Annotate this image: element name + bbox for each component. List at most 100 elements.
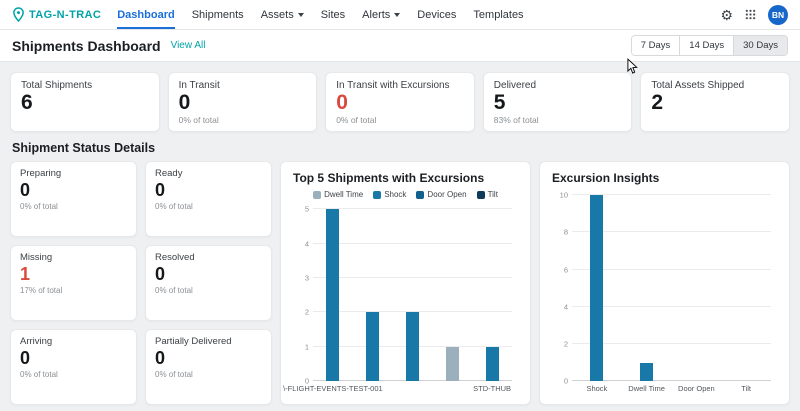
legend-item[interactable]: Door Open xyxy=(416,190,467,200)
stat-sub: 0% of total xyxy=(336,115,377,126)
legend-label: Dwell Time xyxy=(324,190,364,200)
view-all-link[interactable]: View All xyxy=(171,40,206,51)
range-14-days-button[interactable]: 14 Days xyxy=(679,36,734,55)
status-label: Resolved xyxy=(155,252,195,264)
y-axis-label: 8 xyxy=(563,227,568,237)
apps-grid-icon[interactable] xyxy=(745,9,756,20)
legend-label: Tilt xyxy=(487,190,498,200)
nav-item-label: Alerts xyxy=(362,8,391,21)
legend-swatch xyxy=(373,190,382,199)
nav-item-label: Dashboard xyxy=(117,8,175,21)
bar xyxy=(485,346,499,382)
avatar[interactable]: BN xyxy=(768,4,788,25)
nav-item-devices[interactable]: Devices xyxy=(417,0,456,29)
stats-row: Total Shipments 6 In Transit 0 0% of tot… xyxy=(0,62,800,133)
status-sub: 0% of total xyxy=(20,369,58,379)
legend-label: Door Open xyxy=(427,190,467,200)
nav-item-alerts[interactable]: Alerts xyxy=(362,0,401,29)
top-shipments-excursions-chart-card: Top 5 Shipments with Excursions Dwell Ti… xyxy=(280,161,531,406)
status-value: 0 xyxy=(20,180,31,201)
nav-item-assets[interactable]: Assets xyxy=(261,0,304,29)
legend-swatch xyxy=(416,190,425,199)
bar xyxy=(590,195,604,382)
legend-item[interactable]: Tilt xyxy=(476,190,498,200)
y-axis-label: 5 xyxy=(304,204,309,214)
x-axis-label: Shock xyxy=(586,384,608,394)
range-30-days-button[interactable]: 30 Days xyxy=(733,36,787,55)
main-content: Preparing 0 0% of total Ready 0 0% of to… xyxy=(0,161,800,406)
status-card-preparing: Preparing 0 0% of total xyxy=(10,161,137,238)
excursion-insights-chart-card: Excursion Insights 0 2 4 6 8 10 Shock Dwell Tim… xyxy=(539,161,790,406)
gear-icon[interactable]: ⚙ xyxy=(720,8,733,22)
nav-item-label: Shipments xyxy=(191,8,244,21)
nav-item-templates[interactable]: Templates xyxy=(473,0,523,29)
legend-swatch xyxy=(313,190,322,199)
stat-label: Delivered xyxy=(493,80,537,91)
status-sub: 0% of total xyxy=(20,201,58,211)
stat-sub xyxy=(651,115,779,125)
range-7-days-button[interactable]: 7 Days xyxy=(631,36,680,55)
page-header: Shipments Dashboard View All 7 Days 14 D… xyxy=(0,30,800,62)
status-label: Missing xyxy=(20,252,53,264)
x-axis-label: Door Open xyxy=(678,384,715,394)
y-axis-label: 2 xyxy=(563,339,568,349)
nav-items: Dashboard Shipments Assets Sites Alerts … xyxy=(117,0,524,29)
chart-plot-area: 0 1 2 3 4 5 \-FLIGHT-EVENTS-TEST-001 STD-THUB xyxy=(283,205,512,393)
stat-label: Total Assets Shipped xyxy=(651,80,745,91)
legend-label: Shock xyxy=(384,190,407,200)
stat-label: Total Shipments xyxy=(21,80,93,91)
status-value: 1 xyxy=(20,264,31,285)
x-axis-label: \-FLIGHT-EVENTS-TEST-001 xyxy=(283,384,383,394)
status-label: Preparing xyxy=(20,168,62,180)
bar-chart: 0 1 2 3 4 5 \-FLIGHT-EVENTS-TEST-001 STD-THUB xyxy=(283,205,512,393)
stat-card-in-transit-excursions: In Transit with Excursions 0 0% of total xyxy=(325,72,475,133)
logo[interactable]: TAG-N-TRAC xyxy=(12,7,101,22)
status-card-arriving: Arriving 0 0% of total xyxy=(10,329,137,406)
stat-sub: 0% of total xyxy=(178,115,219,126)
stat-sub: 83% of total xyxy=(493,115,539,126)
y-axis-label: 0 xyxy=(563,376,568,386)
nav-item-label: Sites xyxy=(320,8,346,21)
status-value: 0 xyxy=(20,348,31,369)
nav-item-shipments[interactable]: Shipments xyxy=(192,0,244,29)
status-label: Ready xyxy=(155,168,183,180)
status-sub: 0% of total xyxy=(155,285,193,295)
legend-item[interactable]: Dwell Time xyxy=(313,190,363,199)
status-card-missing: Missing 1 17% of total xyxy=(10,245,137,322)
y-axis-label: 6 xyxy=(563,265,568,275)
stat-value: 2 xyxy=(651,91,664,114)
x-axis-label: Tilt xyxy=(741,384,751,394)
stat-value: 0 xyxy=(336,91,348,114)
y-axis-label: 2 xyxy=(304,307,309,317)
logo-text: TAG-N-TRAC xyxy=(29,8,102,21)
x-axis-label: STD-THUB xyxy=(473,384,512,394)
mouse-cursor xyxy=(627,58,638,74)
page-title: Shipments Dashboard xyxy=(12,37,161,54)
chart-legend: Dwell Time Shock Door Open Tilt xyxy=(293,190,518,199)
nav-item-dashboard[interactable]: Dashboard xyxy=(117,0,175,29)
status-grid: Preparing 0 0% of total Ready 0 0% of to… xyxy=(10,161,272,406)
chart-plot-area: 0 2 4 6 8 10 Shock Dwell Time Door Open Tilt xyxy=(560,191,771,393)
x-axis-label: Dwell Time xyxy=(628,384,665,394)
nav-right: ⚙ BN xyxy=(720,4,788,25)
y-axis-label: 1 xyxy=(304,342,309,352)
nav-item-label: Templates xyxy=(473,8,524,21)
stat-card-total-shipments: Total Shipments 6 xyxy=(10,72,160,133)
nav-item-label: Devices xyxy=(417,8,457,21)
legend-item[interactable]: Shock xyxy=(373,190,406,199)
status-sub: 0% of total xyxy=(155,369,193,379)
nav-item-sites[interactable]: Sites xyxy=(321,0,345,29)
legend-swatch xyxy=(476,190,485,199)
gridline xyxy=(313,242,512,244)
stat-label: In Transit with Excursions xyxy=(336,80,450,91)
status-value: 0 xyxy=(155,348,166,369)
stat-card-in-transit: In Transit 0 0% of total xyxy=(167,72,318,133)
bar xyxy=(406,312,419,382)
status-card-resolved: Resolved 0 0% of total xyxy=(145,245,272,322)
stat-sub xyxy=(21,115,149,125)
stat-card-delivered: Delivered 5 83% of total xyxy=(482,72,633,133)
bar xyxy=(366,312,380,382)
bar xyxy=(640,362,654,382)
status-value: 0 xyxy=(155,264,166,285)
chart-title: Top 5 Shipments with Excursions xyxy=(293,171,485,186)
